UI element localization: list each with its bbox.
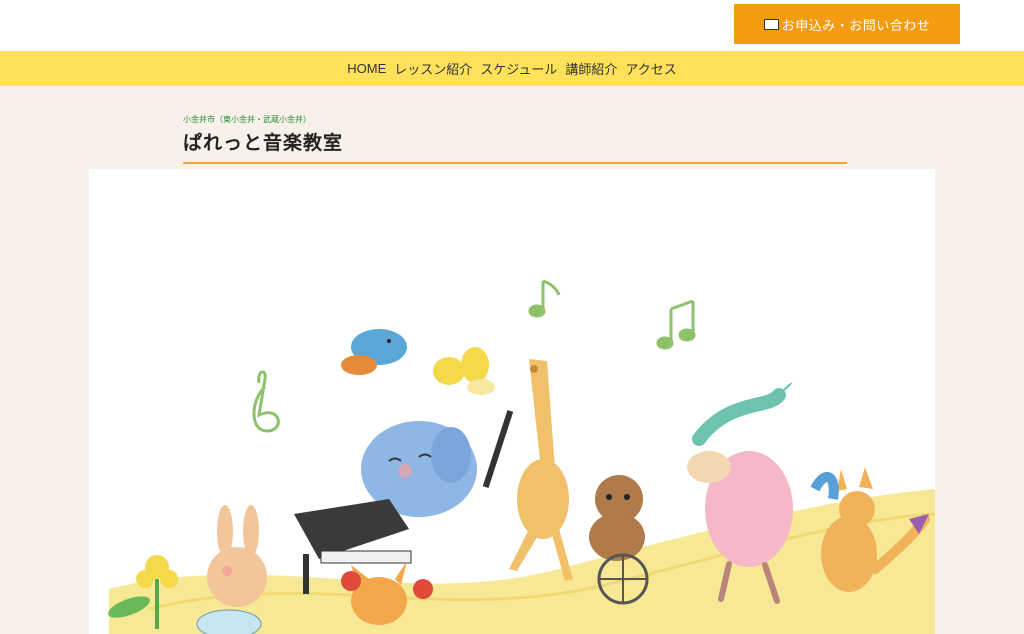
nav-item-schedule[interactable]: スケジュール bbox=[476, 59, 561, 78]
site-header: 小金井市（東小金井・武蔵小金井） ぱれっと音楽教室 bbox=[183, 114, 847, 164]
contact-button[interactable]: お申込み・お問い合わせ bbox=[734, 4, 960, 44]
butterfly-illustration bbox=[433, 347, 495, 395]
nav-item-lessons[interactable]: レッスン紹介 bbox=[390, 59, 476, 78]
mail-icon bbox=[763, 18, 779, 30]
main-nav: HOME レッスン紹介 スケジュール 講師紹介 アクセス bbox=[0, 51, 1024, 86]
contact-button-label: お申込み・お問い合わせ bbox=[781, 18, 931, 34]
nav-item-home[interactable]: HOME bbox=[343, 61, 390, 76]
hero-illustration-art bbox=[108, 279, 935, 634]
site-title[interactable]: ぱれっと音楽教室 bbox=[183, 128, 847, 155]
bird-illustration bbox=[341, 329, 407, 375]
hero-illustration bbox=[89, 169, 935, 634]
site-subtitle: 小金井市（東小金井・武蔵小金井） bbox=[183, 115, 311, 124]
nav-item-teachers[interactable]: 講師紹介 bbox=[561, 59, 621, 78]
giraffe-illustration bbox=[482, 359, 573, 581]
top-bar: お申込み・お問い合わせ bbox=[0, 0, 1024, 51]
nav-item-access[interactable]: アクセス bbox=[621, 59, 680, 78]
